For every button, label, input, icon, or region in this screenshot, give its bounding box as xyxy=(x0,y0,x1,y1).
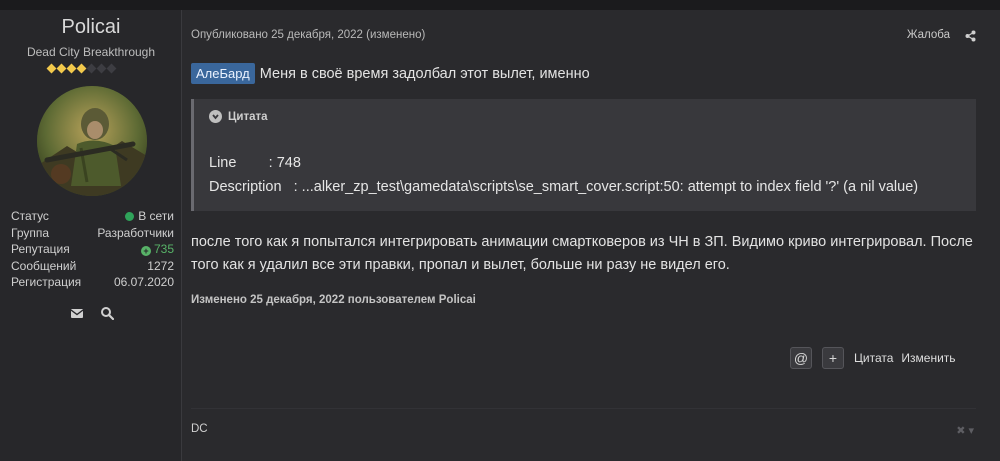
stat-group: Группа Разработчики xyxy=(11,225,174,242)
stat-label: Сообщений xyxy=(11,258,77,273)
signature: DC xyxy=(191,423,208,435)
stat-registration: Регистрация 06.07.2020 xyxy=(11,274,174,291)
forum-post: Policai Dead City Breakthrough Статус В … xyxy=(0,10,1000,461)
quote-block: Цитата Line : 748 Description : ...alker_… xyxy=(191,99,976,211)
stat-reputation: Репутация +735 xyxy=(11,241,174,258)
stat-value: 1272 xyxy=(147,258,174,273)
post-first-line: АлеБард Меня в своё время задолбал этот … xyxy=(191,63,590,84)
mention-button[interactable]: @ xyxy=(790,347,812,369)
rank-diamond-icon xyxy=(76,63,87,73)
quote-content: Line : 748 Description : ...alker_zp_test… xyxy=(209,151,918,199)
quote-header[interactable]: Цитата xyxy=(209,110,268,123)
user-panel: Policai Dead City Breakthrough Статус В … xyxy=(0,10,182,461)
edit-button[interactable]: Изменить xyxy=(901,351,955,365)
chevron-down-icon xyxy=(209,110,222,123)
avatar-image xyxy=(37,86,147,196)
rank-diamond-icon xyxy=(66,63,77,73)
edited-note: Изменено 25 декабря, 2022 пользователем … xyxy=(191,294,476,306)
rank-diamond-icon xyxy=(56,63,67,73)
stat-value: В сети xyxy=(125,209,174,223)
post-paragraph: после того как я попытался интегрировать… xyxy=(191,234,973,273)
stat-label: Репутация xyxy=(11,242,70,257)
online-status-icon xyxy=(125,212,135,222)
post-date[interactable]: Опубликовано 25 декабря, 2022 (изменено) xyxy=(191,29,425,41)
share-icon[interactable] xyxy=(965,30,976,42)
rank-banner xyxy=(46,61,138,75)
post-actions: @ + Цитата Изменить xyxy=(790,347,964,369)
reputation-value: 735 xyxy=(153,242,174,257)
user-stats: Статус В сети Группа Разработчики Репута… xyxy=(11,208,174,291)
rank-diamond-empty-icon xyxy=(96,63,107,73)
status-value: В сети xyxy=(138,209,174,224)
stat-posts: Сообщений 1272 xyxy=(11,258,174,275)
stat-value: Разработчики xyxy=(97,225,174,240)
quote-button[interactable]: Цитата xyxy=(854,351,893,365)
stat-label: Статус xyxy=(11,209,49,224)
signature-divider xyxy=(191,408,976,409)
stat-value: 06.07.2020 xyxy=(113,275,174,290)
stat-status: Статус В сети xyxy=(11,208,174,225)
rank-diamond-icon xyxy=(46,63,57,73)
stat-label: Регистрация xyxy=(11,275,82,290)
user-actions xyxy=(70,306,114,320)
username[interactable]: Policai xyxy=(0,16,182,39)
avatar[interactable] xyxy=(37,86,147,196)
quote-line: Description : ...alker_zp_test\gamedata\… xyxy=(209,179,919,195)
stat-label: Группа xyxy=(11,225,50,240)
user-title: Dead City Breakthrough xyxy=(26,45,156,59)
post-text: Меня в своё время задолбал этот вылет, и… xyxy=(259,65,590,82)
rank-diamond-empty-icon xyxy=(106,63,117,73)
plus-circle-icon: + xyxy=(140,246,151,257)
search-icon[interactable] xyxy=(100,306,114,320)
signature-options-icon[interactable]: ✖ ▾ xyxy=(956,424,974,437)
mention-tag[interactable]: АлеБард xyxy=(191,63,255,84)
quote-title: Цитата xyxy=(228,110,268,123)
stat-value[interactable]: +735 xyxy=(140,242,174,257)
report-link[interactable]: Жалоба xyxy=(907,29,950,41)
rank-diamond-empty-icon xyxy=(86,63,97,73)
quote-line: Line : 748 xyxy=(209,155,301,171)
multiquote-button[interactable]: + xyxy=(822,347,844,369)
envelope-icon[interactable] xyxy=(70,306,84,320)
